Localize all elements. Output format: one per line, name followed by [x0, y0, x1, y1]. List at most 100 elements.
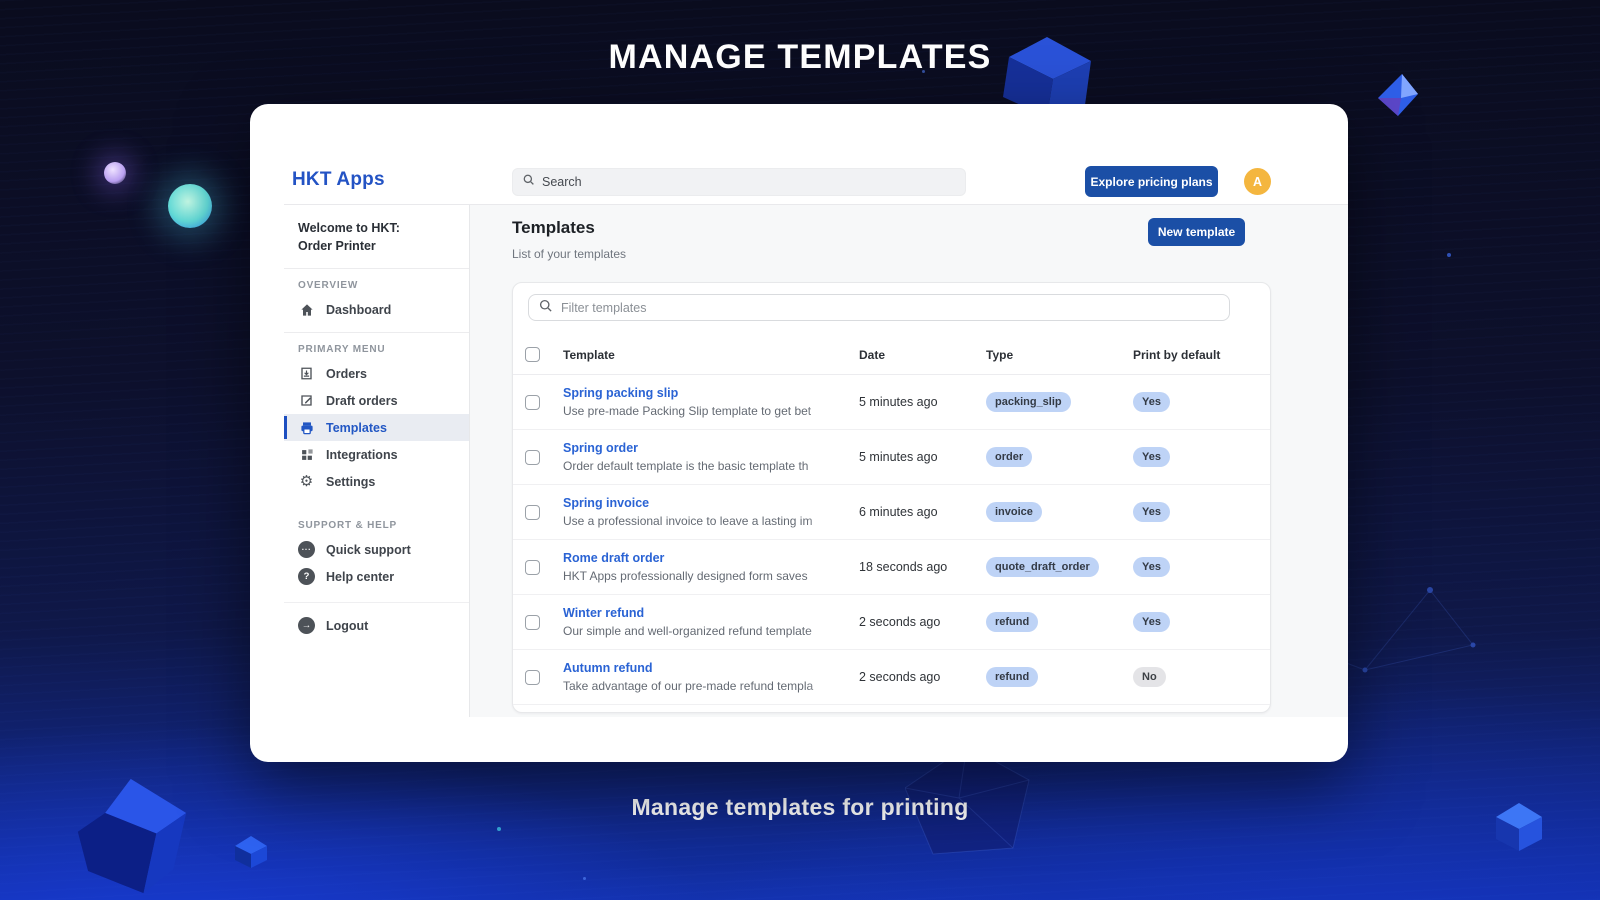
cube-bottom-decor — [233, 834, 269, 870]
sidebar-item-draft-orders[interactable]: Draft orders — [284, 387, 469, 414]
type-badge: quote_draft_order — [986, 557, 1099, 577]
logout-block: → Logout — [284, 602, 469, 639]
section-label-support-help: SUPPORT & HELP — [284, 509, 469, 536]
integrations-icon — [298, 448, 315, 462]
table-body: Spring packing slip Use pre-made Packing… — [513, 375, 1270, 705]
template-description: Take advantage of our pre-made refund te… — [563, 679, 845, 693]
filter-templates[interactable] — [528, 294, 1230, 321]
welcome-text: Welcome to HKT: Order Printer — [284, 205, 469, 268]
main-title: Templates — [512, 218, 595, 238]
explore-pricing-button[interactable]: Explore pricing plans — [1085, 166, 1218, 197]
template-link[interactable]: Autumn refund — [563, 661, 859, 675]
section-label-overview: OVERVIEW — [284, 269, 469, 296]
template-link[interactable]: Spring packing slip — [563, 386, 859, 400]
sidebar-item-templates[interactable]: Templates — [284, 414, 469, 441]
row-checkbox[interactable] — [525, 505, 540, 520]
print-badge: Yes — [1133, 557, 1170, 577]
template-description: Our simple and well-organized refund tem… — [563, 624, 845, 638]
table-row: Winter refund Our simple and well-organi… — [513, 595, 1270, 650]
sidebar-item-label: Quick support — [326, 543, 411, 557]
row-checkbox[interactable] — [525, 395, 540, 410]
row-checkbox[interactable] — [525, 450, 540, 465]
sidebar-item-label: Settings — [326, 475, 375, 489]
draft-orders-icon — [298, 393, 315, 408]
app-card: HKT Apps Explore pricing plans A Welcome… — [250, 104, 1348, 762]
page-title: MANAGE TEMPLATES — [0, 38, 1600, 77]
template-description: HKT Apps professionally designed form sa… — [563, 569, 845, 583]
type-badge: order — [986, 447, 1032, 467]
arrow-right-icon: → — [298, 617, 315, 634]
sidebar-item-label: Templates — [326, 421, 387, 435]
col-template: Template — [563, 348, 859, 362]
type-badge: invoice — [986, 502, 1042, 522]
col-date: Date — [859, 348, 986, 362]
question-icon: ? — [298, 568, 315, 585]
dot-decor — [497, 827, 501, 831]
template-description: Order default template is the basic temp… — [563, 459, 845, 473]
home-icon — [298, 302, 315, 318]
sidebar-item-integrations[interactable]: Integrations — [284, 441, 469, 468]
sidebar-item-label: Help center — [326, 570, 394, 584]
row-date: 5 minutes ago — [859, 450, 986, 464]
table-row: Rome draft order HKT Apps professionally… — [513, 540, 1270, 595]
col-type: Type — [986, 348, 1133, 362]
chat-icon: ··· — [298, 541, 315, 558]
template-link[interactable]: Spring invoice — [563, 496, 859, 510]
template-link[interactable]: Winter refund — [563, 606, 859, 620]
table-row: Spring order Order default template is t… — [513, 430, 1270, 485]
print-badge: Yes — [1133, 447, 1170, 467]
select-all-checkbox[interactable] — [525, 347, 540, 362]
global-search[interactable] — [512, 168, 966, 196]
cyan-orb-decor — [168, 184, 212, 228]
sidebar-item-settings[interactable]: ⚙ Settings — [284, 468, 469, 495]
sidebar-item-help-center[interactable]: ? Help center — [284, 563, 469, 590]
orders-icon — [298, 366, 315, 381]
template-link[interactable]: Rome draft order — [563, 551, 859, 565]
row-checkbox[interactable] — [525, 670, 540, 685]
row-checkbox[interactable] — [525, 560, 540, 575]
sidebar-item-logout[interactable]: → Logout — [284, 612, 469, 639]
row-date: 2 seconds ago — [859, 670, 986, 684]
printer-icon — [298, 420, 315, 436]
section-label-primary-menu: PRIMARY MENU — [284, 333, 469, 360]
col-print-by-default: Print by default — [1133, 348, 1270, 362]
sidebar-item-label: Draft orders — [326, 394, 398, 408]
type-badge: refund — [986, 612, 1038, 632]
table-row: Spring packing slip Use pre-made Packing… — [513, 375, 1270, 430]
avatar[interactable]: A — [1244, 168, 1271, 195]
type-badge: packing_slip — [986, 392, 1071, 412]
sidebar-item-label: Logout — [326, 619, 368, 633]
template-link[interactable]: Spring order — [563, 441, 859, 455]
row-checkbox[interactable] — [525, 615, 540, 630]
templates-panel: Template Date Type Print by default Spri… — [512, 282, 1271, 713]
print-badge: Yes — [1133, 392, 1170, 412]
type-badge: refund — [986, 667, 1038, 687]
gear-icon: ⚙ — [298, 474, 315, 489]
sidebar-item-orders[interactable]: Orders — [284, 360, 469, 387]
main-subtitle: List of your templates — [512, 247, 626, 261]
table-row: Autumn refund Take advantage of our pre-… — [513, 650, 1270, 705]
search-input[interactable] — [542, 175, 956, 189]
gem-topright-decor — [1372, 72, 1420, 120]
sidebar-item-dashboard[interactable]: Dashboard — [284, 296, 469, 323]
page-caption: Manage templates for printing — [0, 794, 1600, 821]
main-content: Templates List of your templates New tem… — [470, 205, 1348, 717]
print-badge: Yes — [1133, 612, 1170, 632]
app-logo[interactable]: HKT Apps — [292, 169, 385, 191]
polyhedron-bottomleft-decor — [60, 772, 210, 900]
filter-input[interactable] — [561, 301, 1220, 315]
sidebar-item-quick-support[interactable]: ··· Quick support — [284, 536, 469, 563]
search-icon — [538, 298, 553, 318]
page-background: MANAGE TEMPLATES Manage templates for pr… — [0, 0, 1600, 900]
sidebar-item-label: Dashboard — [326, 303, 391, 317]
app-header: HKT Apps Explore pricing plans A — [284, 158, 1348, 205]
print-badge: No — [1133, 667, 1166, 687]
row-date: 18 seconds ago — [859, 560, 986, 574]
sidebar: Welcome to HKT: Order Printer OVERVIEW D… — [284, 205, 470, 717]
template-description: Use a professional invoice to leave a la… — [563, 514, 845, 528]
print-badge: Yes — [1133, 502, 1170, 522]
row-date: 2 seconds ago — [859, 615, 986, 629]
sidebar-item-label: Orders — [326, 367, 367, 381]
purple-orb-decor — [104, 162, 126, 184]
new-template-button[interactable]: New template — [1148, 218, 1245, 246]
